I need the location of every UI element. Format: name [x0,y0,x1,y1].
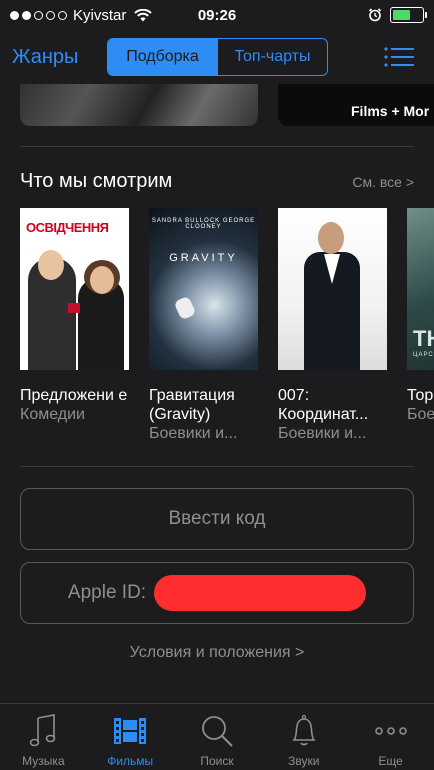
tab-search[interactable]: Поиск [174,704,261,770]
movie-poster: SANDRA BULLOCK GEORGE CLOONEY GRAVITY [149,208,258,370]
movie-item[interactable]: TH ЦАРС Тор Цар Боевики и... [407,208,434,424]
movie-title: 007: Координат... [278,387,369,423]
movie-title: Тор Цар [407,387,434,404]
tab-label: Поиск [200,754,234,768]
terms-link[interactable]: Условия и положения > [0,644,434,662]
divider [20,146,414,147]
tab-label: Еще [378,754,403,768]
poster-title: TH [413,326,434,351]
movie-poster: 007 SKYFALL [278,208,387,370]
banner-item[interactable]: Films + Mor [278,84,434,126]
movie-title: Гравитация (Gravity) [149,387,235,423]
banner-text: Films + Mor [351,103,430,119]
wifi-icon [134,8,153,21]
movie-item[interactable]: SANDRA BULLOCK GEORGE CLOONEY GRAVITY Гр… [149,208,258,443]
divider [20,466,414,467]
movie-genre: Боевики и... [278,425,367,442]
movie-poster: TH ЦАРС [407,208,434,370]
bell-icon [292,714,316,746]
section-header: Что мы смотрим См. все > [20,170,414,193]
tab-label: Музыка [22,754,65,768]
movie-poster: ОСВІДЧЕННЯ [20,208,129,370]
movie-item[interactable]: ОСВІДЧЕННЯ Предложени е Комедии [20,208,129,424]
music-note-icon [30,714,56,747]
segment-featured[interactable]: Подборка [108,39,217,75]
movie-item[interactable]: 007 SKYFALL 007: Координат... Боевики и.… [278,208,387,443]
film-icon [114,718,147,744]
carrier-name: Kyivstar [73,6,127,24]
poster-title: GRAVITY [169,252,238,264]
tab-label: Фильмы [107,754,154,768]
movie-genre: Боевики и... [407,406,434,423]
search-icon [202,716,233,747]
movie-carousel: ОСВІДЧЕННЯ Предложени е Комедии SANDRA B… [20,208,434,448]
apple-id-label: Apple ID: [67,582,147,603]
alarm-icon [368,8,382,22]
apple-id-button[interactable]: Apple ID: [20,562,414,624]
battery-icon [390,7,427,23]
movie-genre: Боевики и... [149,425,238,442]
segment-top-charts[interactable]: Топ-чарты [217,39,327,75]
tab-films[interactable]: Фильмы [87,704,174,770]
movie-title: Предложени е [20,387,128,404]
poster-title: ОСВІДЧЕННЯ [26,220,109,235]
tab-music[interactable]: Музыка [0,704,87,770]
tab-more[interactable]: Еще [347,704,434,770]
enter-code-button[interactable]: Ввести код [20,488,414,550]
banner-item[interactable] [20,84,258,126]
tab-bar: Музыка Фильмы Поиск Звуки Еще [0,703,434,770]
segmented-control: Подборка Топ-чарты [107,38,328,76]
genres-button[interactable]: Жанры [12,46,78,69]
tab-sounds[interactable]: Звуки [260,704,347,770]
signal-strength-icon [10,10,67,20]
section-title: Что мы смотрим [20,170,173,192]
see-all-link[interactable]: См. все > [352,174,414,190]
more-icon [374,727,407,735]
poster-credits: SANDRA BULLOCK GEORGE CLOONEY [151,218,256,230]
poster-subtitle: ЦАРС [413,352,434,358]
movie-genre: Комедии [20,406,85,423]
redacted-apple-id [154,575,367,611]
tab-label: Звуки [288,754,320,768]
navigation-bar: Жанры Подборка Топ-чарты [0,30,434,84]
banner-carousel: Films + Mor [0,84,434,128]
list-icon[interactable] [384,46,414,68]
status-bar: Kyivstar 09:26 [0,0,434,30]
